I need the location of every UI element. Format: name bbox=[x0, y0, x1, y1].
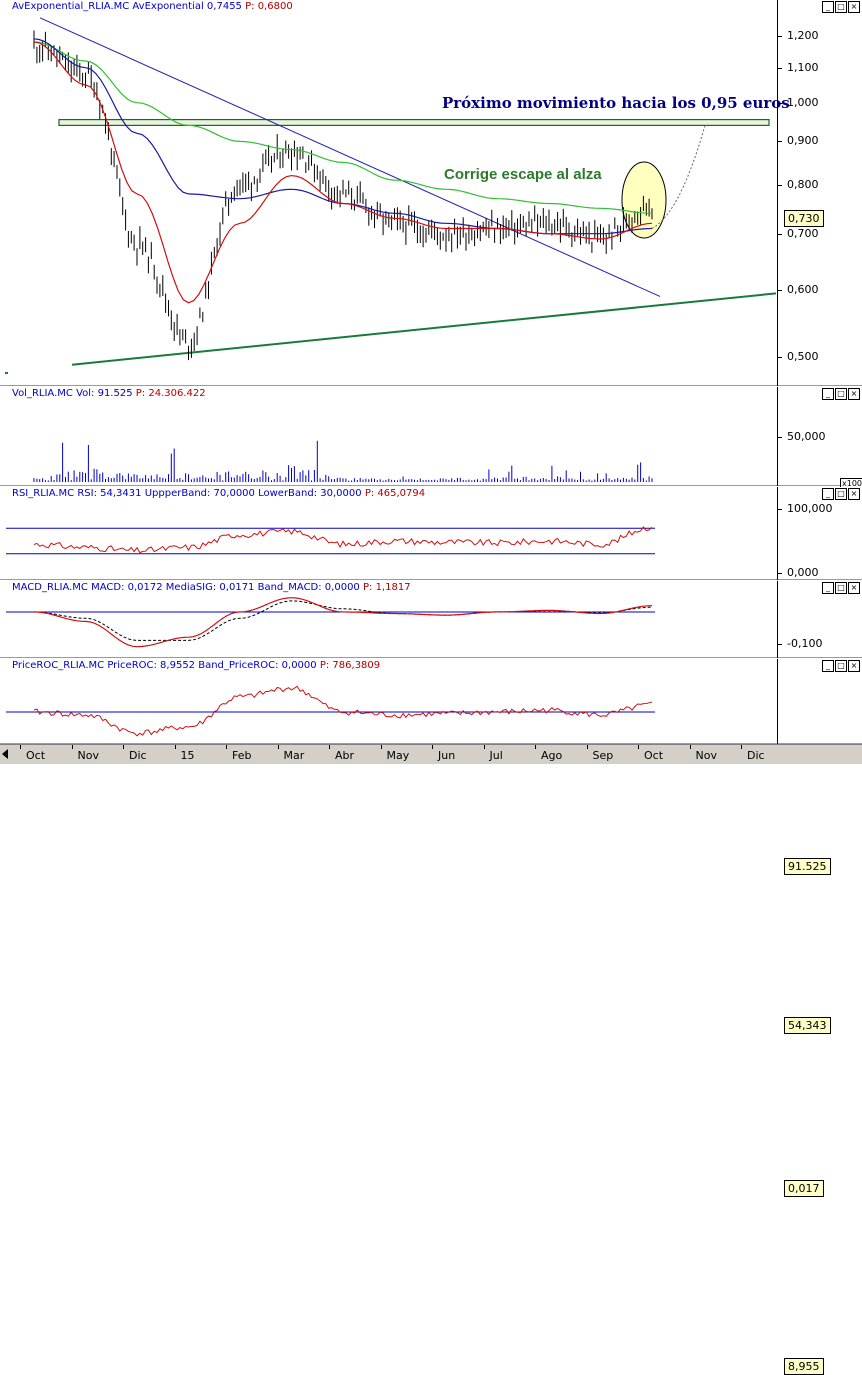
x-tick-label: Dic bbox=[129, 749, 147, 762]
x-tick-mark bbox=[226, 745, 227, 749]
x-tick-mark bbox=[123, 745, 124, 749]
rsi-last-value: 54,343 bbox=[784, 1017, 831, 1035]
x-tick-mark bbox=[174, 745, 176, 749]
marker-dot bbox=[5, 372, 8, 374]
x-tick-mark bbox=[432, 745, 433, 749]
time-axis[interactable]: Oct Nov Dic 15 Feb Mar Abr May Jun Jul Ago Sep Oct No… bbox=[0, 744, 862, 764]
x-tick-mark bbox=[483, 745, 485, 749]
y-tick-label: 1,200 bbox=[787, 28, 819, 42]
y-tick-label: 1,100 bbox=[787, 60, 819, 74]
y-tick-label: 50,000 bbox=[787, 430, 826, 443]
volume-chart bbox=[33, 440, 653, 482]
price-panel: AvExponential_RLIA.MC AvExponential 0,74… bbox=[0, 0, 862, 386]
x-tick-label: Sep bbox=[592, 749, 614, 762]
x-tick-mark bbox=[71, 745, 73, 749]
y-tick-label: 0,600 bbox=[787, 283, 819, 297]
macd-signal-line bbox=[33, 600, 653, 641]
y-tick-label: -0,100 bbox=[787, 636, 823, 650]
x-tick-label: Mar bbox=[283, 749, 305, 762]
y-tick-mark bbox=[777, 141, 782, 143]
macd-last-value: 0,017 bbox=[784, 1179, 824, 1197]
roc-line bbox=[33, 685, 653, 737]
x-tick-label: Abr bbox=[335, 749, 355, 762]
annotation-target: Próximo movimiento hacia los 0,95 euros bbox=[442, 94, 790, 112]
y-tick-mark bbox=[777, 35, 782, 37]
x-tick-label: Feb bbox=[232, 749, 252, 762]
price-chart bbox=[5, 17, 777, 374]
macd-y-axis bbox=[777, 581, 778, 658]
x-tick-mark bbox=[535, 745, 536, 749]
y-tick-mark bbox=[777, 233, 782, 235]
y-tick-mark bbox=[777, 437, 782, 438]
x-tick-mark bbox=[741, 745, 742, 749]
x-tick-label: Oct bbox=[26, 749, 46, 762]
y-tick-mark bbox=[777, 184, 782, 186]
y-tick-label: 0,500 bbox=[787, 350, 819, 364]
x-tick-mark bbox=[20, 745, 21, 749]
y-tick-label: 1,000 bbox=[787, 95, 819, 109]
downtrend-line bbox=[39, 17, 661, 297]
y-tick-label: 0,800 bbox=[787, 177, 819, 191]
scroll-left-icon[interactable] bbox=[2, 749, 8, 759]
x-tick-label: Oct bbox=[644, 749, 664, 762]
x-tick-label: Nov bbox=[695, 749, 717, 762]
rsi-line bbox=[33, 526, 653, 554]
y-tick-mark bbox=[777, 357, 782, 359]
volume-panel: Vol_RLIA.MC Vol: 91.525 P: 24.306.422 _ … bbox=[0, 387, 862, 875]
x-tick-label: 15 bbox=[180, 749, 195, 762]
roc-y-axis bbox=[777, 659, 778, 744]
rsi-chart bbox=[6, 526, 655, 555]
x-tick-mark bbox=[586, 745, 588, 749]
y-tick-mark bbox=[777, 102, 782, 104]
x-tick-label: Jul bbox=[489, 749, 503, 762]
macd-panel: MACD_RLIA.MC MACD: 0,0172 MediaSIG: 0,01… bbox=[0, 581, 862, 1197]
x-tick-label: Dic bbox=[747, 749, 765, 762]
x-tick-mark bbox=[689, 745, 691, 749]
x-tick-mark bbox=[329, 745, 330, 749]
x-tick-label: May bbox=[386, 749, 410, 762]
target-band bbox=[58, 118, 770, 127]
y-tick-mark bbox=[777, 643, 782, 645]
x-tick-label: Ago bbox=[541, 749, 563, 762]
macd-chart bbox=[6, 597, 655, 648]
macd-line bbox=[33, 597, 653, 648]
y-tick-mark bbox=[777, 573, 782, 574]
y-tick-label: 0,000 bbox=[787, 566, 819, 579]
x-tick-mark bbox=[277, 745, 279, 749]
y-tick-label: 100,000 bbox=[787, 502, 833, 515]
rsi-panel: RSI_RLIA.MC RSI: 54,3431 UppperBand: 70,… bbox=[0, 487, 862, 1035]
x-tick-mark bbox=[380, 745, 382, 749]
y-tick-label: 0,700 bbox=[787, 226, 819, 240]
price-last-value: 0,730 bbox=[784, 210, 824, 228]
x-tick-label: Jun bbox=[438, 749, 456, 762]
roc-panel: PriceROC_RLIA.MC PriceROC: 8,9552 Band_P… bbox=[0, 659, 862, 1375]
y-tick-label: 0,900 bbox=[787, 134, 819, 148]
volume-last-value: 91.525 bbox=[784, 858, 831, 875]
annotation-correction: Corrige escape al alza bbox=[444, 166, 602, 183]
x-tick-label: Nov bbox=[77, 749, 99, 762]
roc-chart bbox=[6, 685, 655, 737]
x-tick-mark bbox=[638, 745, 639, 749]
y-tick-mark bbox=[777, 509, 782, 510]
rsi-y-axis bbox=[777, 487, 778, 580]
price-y-axis bbox=[777, 0, 778, 386]
y-tick-mark bbox=[777, 67, 782, 69]
roc-last-value: 8,955 bbox=[784, 1357, 824, 1375]
y-tick-mark bbox=[777, 290, 782, 292]
